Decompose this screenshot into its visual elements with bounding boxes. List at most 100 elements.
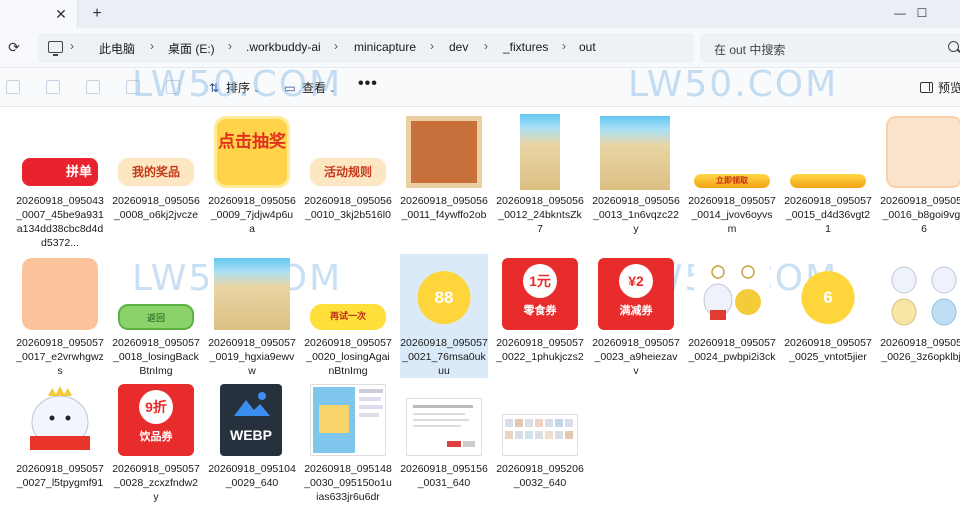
file-item[interactable]: 9折 饮品券 20260918_095057_0028_zcxzfndw2y [112, 380, 200, 510]
file-thumbnail [406, 398, 482, 456]
file-name: 20260918_095056_0011_f4ywffo2ob [400, 195, 488, 221]
search-icon[interactable] [948, 41, 959, 52]
maximize-button[interactable]: ☐ [902, 0, 942, 28]
paste-icon[interactable] [46, 80, 60, 94]
file-item[interactable]: 返回 20260918_095057_0018_losingBackBtnImg [112, 254, 200, 378]
file-name: 20260918_095057_0019_hgxia9ewvw [208, 337, 296, 377]
file-item[interactable]: 20260918_095057_0027_l5tpygmf91 [16, 380, 104, 510]
file-item[interactable]: 20260918_095056_0011_f4ywffo2ob [400, 112, 488, 252]
file-item[interactable]: 20260918_095057_0016_b8goi9vgz6 [880, 112, 960, 252]
file-thumbnail [600, 116, 670, 190]
image-icon [234, 392, 270, 416]
file-thumbnail: 9折 饮品券 [118, 384, 194, 456]
new-tab-button[interactable]: + [88, 5, 106, 23]
file-item[interactable]: 点击抽奖 20260918_095056_0009_7jdjw4p6ua [208, 112, 296, 252]
file-name: 20260918_095057_0021_76msa0ukuu [400, 337, 488, 377]
mascot-image [30, 386, 90, 450]
file-thumbnail [790, 174, 866, 188]
file-item[interactable]: 20260918_095057_0019_hgxia9ewvw [208, 254, 296, 378]
file-name: 20260918_095056_0008_o6kj2jvcze [112, 195, 200, 221]
file-item[interactable]: 6 20260918_095057_0025_vntot5jier [784, 254, 872, 378]
coupon-label: 零食券 [523, 305, 557, 317]
breadcrumb-this-pc[interactable]: 此电脑 [99, 40, 135, 57]
view-button[interactable]: ▭ 查看 ⌄ [282, 79, 335, 97]
breadcrumb-dev[interactable]: dev [449, 40, 468, 54]
file-name: 20260918_095104_0029_640 [208, 463, 296, 489]
sort-button[interactable]: ⇅ 排序 ⌄ [206, 79, 260, 97]
file-thumbnail [694, 258, 770, 330]
file-item[interactable]: 20260918_095057_0024_pwbpi2i3ck [688, 254, 776, 378]
breadcrumb-workbuddy[interactable]: .workbuddy-ai [246, 40, 321, 54]
file-thumbnail: 我的奖品 [118, 158, 194, 186]
search-box[interactable]: 在 out 中搜索 [700, 33, 960, 63]
file-thumbnail: 点击抽奖 [214, 116, 290, 188]
breadcrumb-minicapture[interactable]: minicapture [354, 40, 416, 54]
file-name: 20260918_095057_0024_pwbpi2i3ck [688, 337, 776, 363]
breadcrumb-drive[interactable]: 桌面 (E:) [168, 40, 215, 57]
close-tab-icon[interactable]: ✕ [52, 5, 70, 23]
file-item[interactable]: 再试一次 20260918_095057_0020_losingAgainBtn… [304, 254, 392, 378]
file-item[interactable]: 20260918_095206_0032_640 [496, 380, 584, 510]
dialog-screenshot-image [413, 405, 475, 447]
search-input[interactable]: 在 out 中搜索 [714, 41, 785, 58]
title-bar: ✕ + — ☐ [0, 0, 960, 28]
view-icon: ▭ [284, 81, 296, 95]
file-item[interactable]: 20260918_095057_0017_e2vrwhgwzs [16, 254, 104, 378]
file-thumbnail [22, 258, 98, 330]
file-thumbnail: 活动规则 [310, 158, 386, 186]
file-name: 20260918_095057_0022_1phukjczs2 [496, 337, 584, 363]
file-item[interactable]: 立即领取 20260918_095057_0014_jvov6oyvsm [688, 112, 776, 252]
breadcrumb-out[interactable]: out [579, 40, 596, 54]
file-thumbnail [886, 116, 960, 188]
file-name: 20260918_095156_0031_640 [400, 463, 488, 489]
delete-icon[interactable] [166, 80, 180, 94]
file-item[interactable]: WEBP 20260918_095104_0029_640 [208, 380, 296, 510]
figures-image [891, 266, 957, 326]
refresh-icon[interactable]: ⟳ [5, 38, 23, 56]
file-item-selected[interactable]: 88 20260918_095057_0021_76msa0ukuu [400, 254, 488, 378]
share-icon[interactable] [126, 80, 140, 94]
file-name: 20260918_095057_0018_losingBackBtnImg [112, 337, 200, 377]
file-name: 20260918_095206_0032_640 [496, 463, 584, 489]
file-item[interactable]: 拼单 20260918_095043_0007_45be9a931a134dd3… [16, 112, 104, 252]
file-item[interactable]: 1元 零食券 20260918_095057_0022_1phukjczs2 [496, 254, 584, 378]
file-item[interactable]: 活动规则 20260918_095056_0010_3kj2b516l0 [304, 112, 392, 252]
preview-button[interactable]: 预览 [920, 79, 960, 97]
address-row: ⟳ › 此电脑 › 桌面 (E:) › .workbuddy-ai › mini… [0, 28, 960, 68]
copy-icon[interactable] [6, 80, 20, 94]
file-name: 20260918_095057_0027_l5tpygmf91 [16, 463, 104, 489]
coupon-label: 满减券 [619, 305, 653, 317]
file-name: 20260918_095057_0025_vntot5jier [784, 337, 872, 363]
file-name: 20260918_095043_0007_45be9a931a134dd38cb… [16, 195, 104, 249]
file-name: 20260918_095057_0028_zcxzfndw2y [112, 463, 200, 503]
coupon-value: 1元 [523, 264, 557, 298]
file-thumbnail [22, 384, 98, 456]
file-item[interactable]: ¥2 满减券 20260918_095057_0023_a9heiezavv [592, 254, 680, 378]
file-thumbnail: 返回 [118, 304, 194, 330]
file-name: 20260918_095056_0009_7jdjw4p6ua [208, 195, 296, 235]
address-bar[interactable]: › 此电脑 › 桌面 (E:) › .workbuddy-ai › minica… [38, 33, 694, 63]
breadcrumb-fixtures[interactable]: _fixtures [503, 40, 548, 54]
command-bar: ⇅ 排序 ⌄ ▭ 查看 ⌄ ••• 预览 [0, 69, 960, 107]
file-name: 20260918_095057_0015_d4d36vgt21 [784, 195, 872, 235]
file-thumbnail: 拼单 [22, 158, 98, 186]
file-thumbnail [214, 258, 290, 330]
file-thumbnail: 88 [406, 258, 482, 330]
more-options-button[interactable]: ••• [358, 75, 378, 93]
file-name: 20260918_095056_0010_3kj2b516l0 [304, 195, 392, 221]
preview-pane-icon [920, 82, 933, 93]
rename-icon[interactable] [86, 80, 100, 94]
explorer-tab[interactable]: ✕ [0, 0, 78, 28]
file-item[interactable]: 20260918_095057_0026_3z6opklbje [880, 254, 960, 378]
file-item[interactable]: 20260918_095156_0031_640 [400, 380, 488, 510]
file-thumbnail: 立即领取 [694, 174, 770, 188]
file-item[interactable]: 20260918_095057_0015_d4d36vgt21 [784, 112, 872, 252]
file-name: 20260918_095057_0016_b8goi9vgz6 [880, 195, 960, 235]
file-name: 20260918_095057_0017_e2vrwhgwzs [16, 337, 104, 377]
file-item[interactable]: 20260918_095148_0030_095150o1uias633jr6u… [304, 380, 392, 510]
file-thumbnail: WEBP [220, 384, 282, 456]
file-thumbnail: 1元 零食券 [502, 258, 578, 330]
file-item[interactable]: 20260918_095056_0013_1n6vqzc22y [592, 112, 680, 252]
file-item[interactable]: 我的奖品 20260918_095056_0008_o6kj2jvcze [112, 112, 200, 252]
file-item[interactable]: 20260918_095056_0012_24bkntsZk7 [496, 112, 584, 252]
